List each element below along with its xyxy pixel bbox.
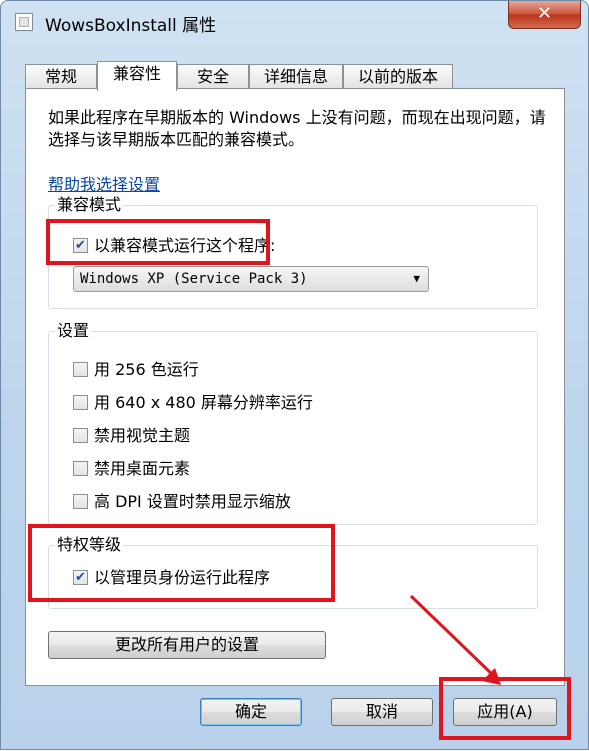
annotation-arrow-icon — [409, 594, 501, 685]
properties-window: WowsBoxInstall 属性 ✕ 常规 兼容性 安全 详细信息 以前的版本… — [0, 0, 589, 750]
tab-compatibility[interactable]: 兼容性 — [97, 61, 177, 91]
